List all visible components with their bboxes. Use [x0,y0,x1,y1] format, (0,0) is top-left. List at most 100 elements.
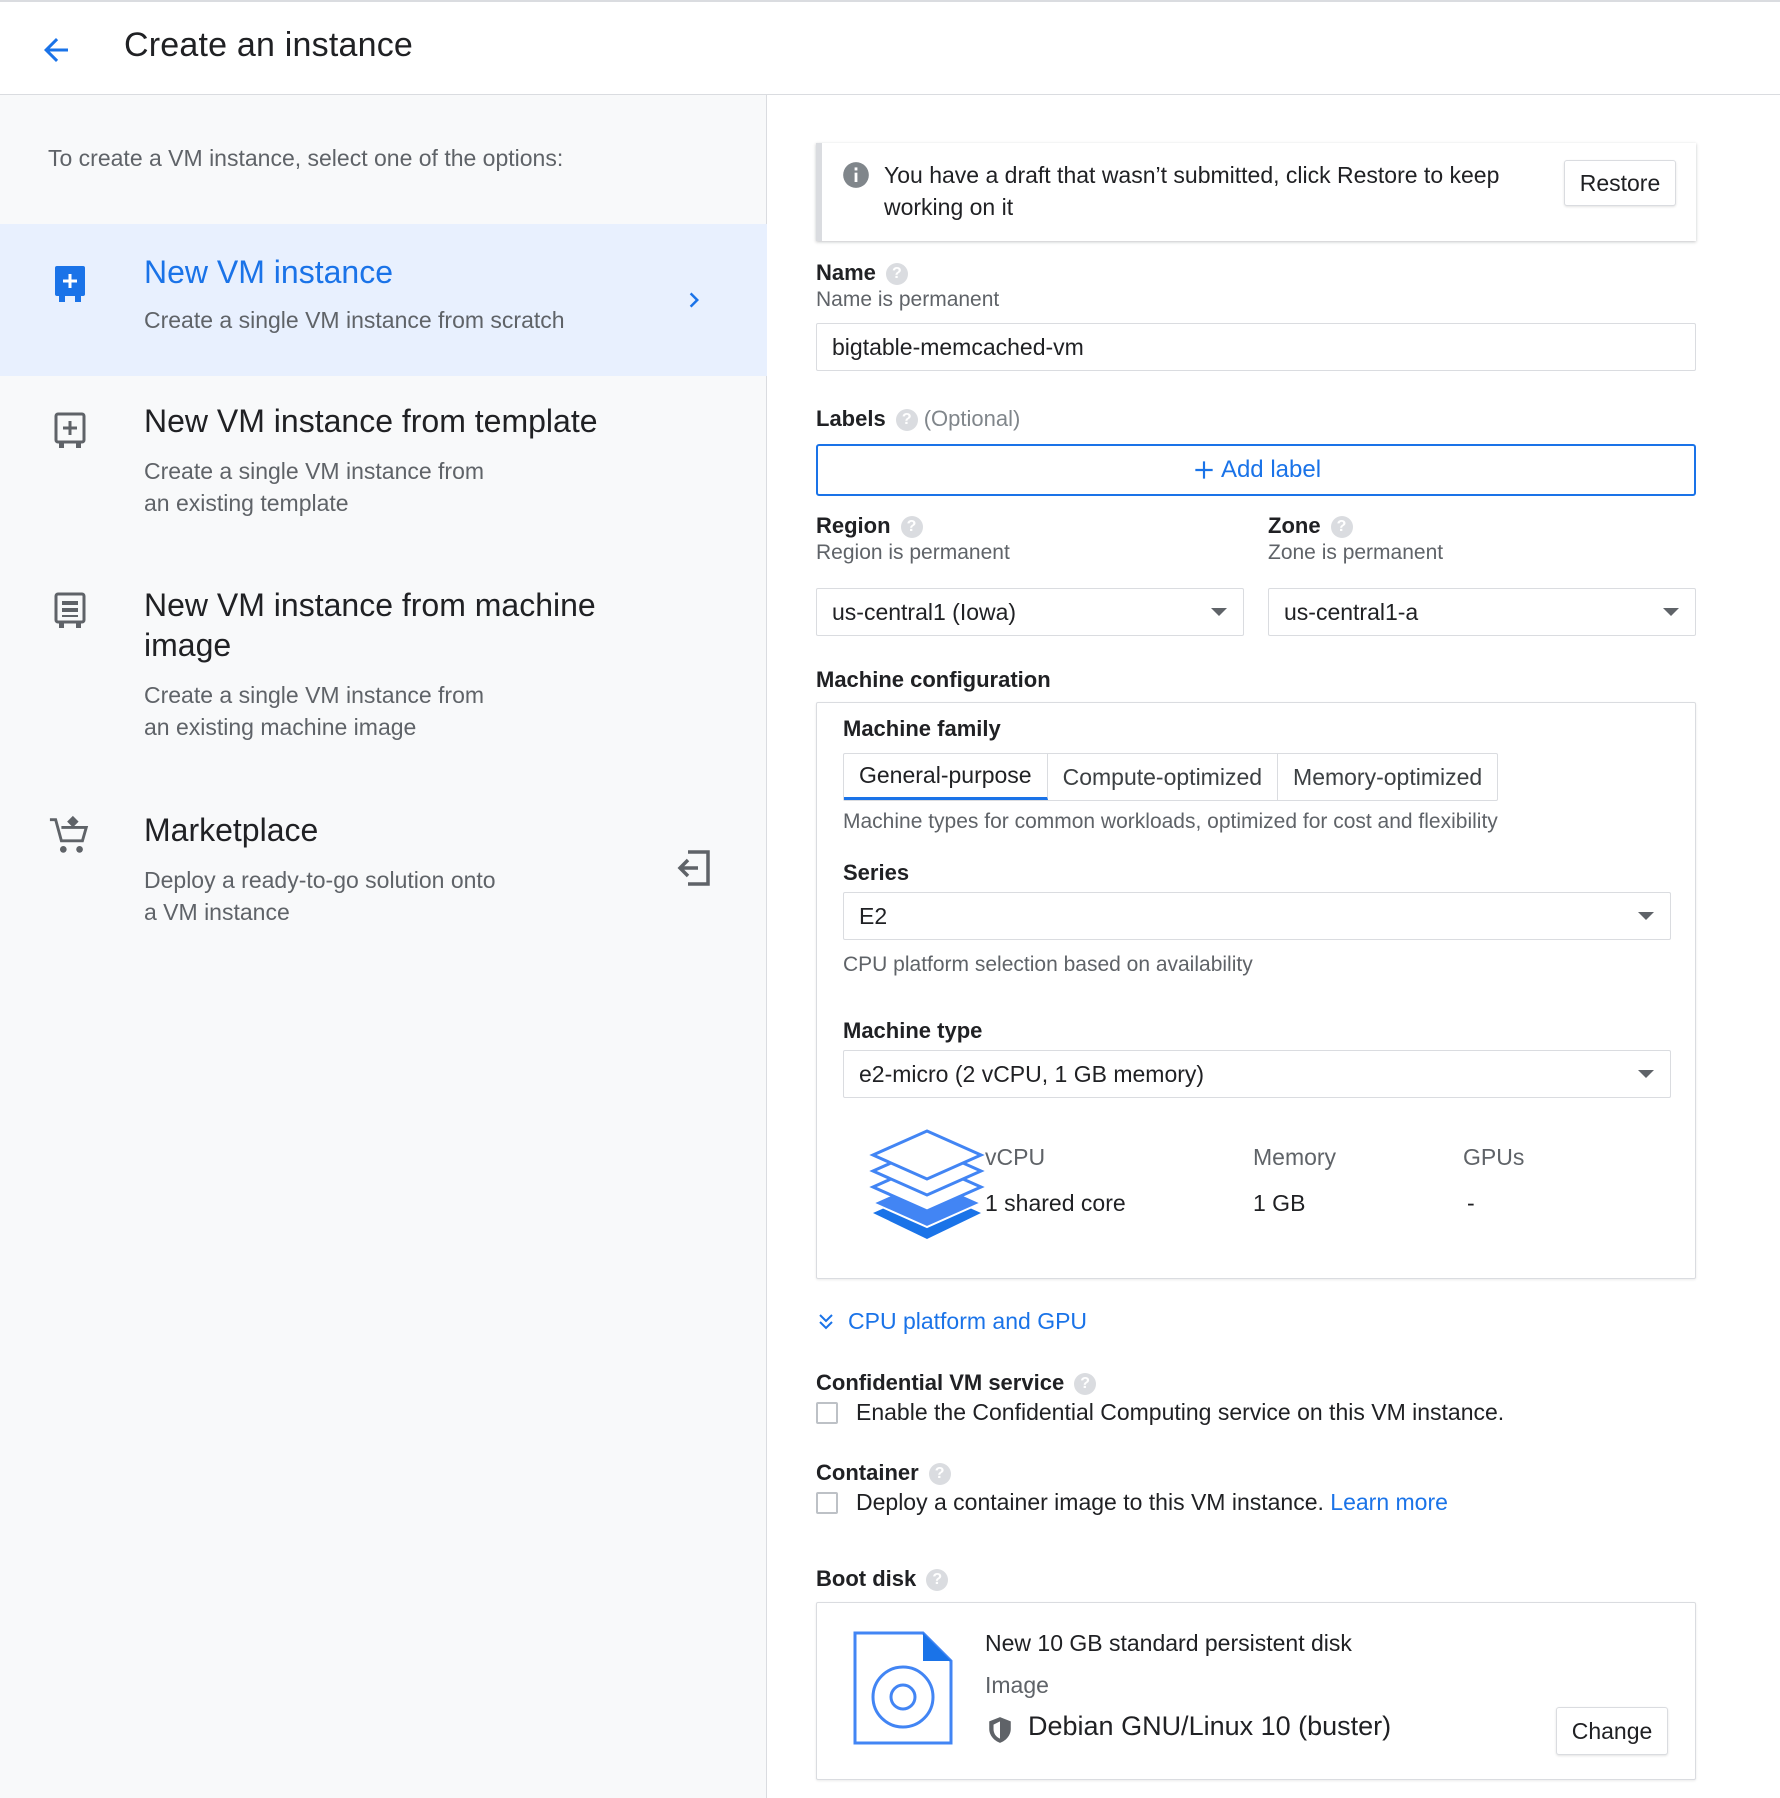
region-sublabel: Region is permanent [816,541,1010,564]
series-select-value: E2 [859,902,888,929]
plus-icon [1195,461,1213,479]
back-button[interactable] [34,28,78,72]
page-title: Create an instance [124,26,413,64]
template-icon [48,409,92,453]
help-icon[interactable]: ? [885,263,908,286]
options-panel: To create a VM instance, select one of t… [0,95,767,1798]
confidential-vm-label: Confidential VM service? [816,1370,1097,1396]
name-label-text: Name [816,260,876,285]
confidential-vm-checkbox-label: Enable the Confidential Computing servic… [856,1399,1505,1425]
boot-disk-label: Boot disk? [816,1566,949,1592]
change-button[interactable]: Change [1556,1707,1668,1755]
option-title-line2: image [144,627,232,663]
gpus-value: - [1467,1190,1475,1216]
open-external-icon [676,850,712,886]
machine-family-label: Machine family [843,716,1001,741]
expand-more-icon [819,1313,833,1329]
vcpu-value: 1 shared core [985,1190,1126,1216]
add-box-icon [48,262,92,306]
help-icon[interactable]: ? [928,1463,951,1486]
option-new-vm-from-machine-image[interactable]: New VM instance from machine image Creat… [0,575,767,775]
layers-icon [869,1129,985,1239]
machine-type-select-value: e2-micro (2 vCPU, 1 GB memory) [859,1060,1205,1087]
name-sublabel: Name is permanent [816,288,1000,311]
dropdown-arrow-icon [1638,1070,1654,1078]
shield-icon [989,1717,1011,1743]
chevron-right-icon [676,282,712,318]
boot-disk-image-label: Image [985,1672,1049,1698]
container-checkbox[interactable] [816,1492,838,1514]
options-intro: To create a VM instance, select one of t… [48,145,564,171]
option-new-vm-from-template[interactable]: New VM instance from template Create a s… [0,395,767,545]
help-icon[interactable]: ? [895,409,918,432]
tab-general-purpose[interactable]: General-purpose [844,754,1048,800]
option-desc-line1: Create a single VM instance from [144,682,485,708]
info-icon [843,162,869,188]
boot-disk-title: New 10 GB standard persistent disk [985,1630,1352,1656]
series-desc: CPU platform selection based on availabi… [843,953,1253,976]
machine-config-label: Machine configuration [816,667,1051,692]
boot-disk-box: New 10 GB standard persistent disk Image… [816,1602,1696,1780]
machine-family-desc: Machine types for common workloads, opti… [843,810,1498,833]
machine-family-tabs: General-purpose Compute-optimized Memory… [843,753,1499,801]
region-select[interactable]: us-central1 (Iowa) [816,588,1244,636]
option-desc-line1: Create a single VM instance from [144,458,485,484]
container-label: Container? [816,1460,951,1486]
container-checkbox-text: Deploy a container image to this VM inst… [856,1489,1324,1515]
cpu-platform-link: CPU platform and GPU [848,1308,1088,1334]
gpus-header: GPUs [1463,1144,1525,1170]
boot-disk-label-text: Boot disk [816,1566,917,1591]
container-label-text: Container [816,1460,919,1485]
dropdown-arrow-icon [1663,608,1679,616]
option-marketplace[interactable]: Marketplace Deploy a ready-to-go solutio… [0,800,767,950]
zone-label-text: Zone [1268,513,1321,538]
form-panel: You have a draft that wasn’t submitted, … [768,95,1780,1798]
confidential-vm-label-text: Confidential VM service [816,1370,1065,1395]
option-desc-line2: an existing template [144,490,349,516]
dropdown-arrow-icon [1211,608,1227,616]
option-desc-line2: an existing machine image [144,714,417,740]
option-desc-line2: a VM instance [144,899,290,925]
cart-icon [48,814,92,858]
series-select[interactable]: E2 [843,892,1671,940]
region-label: Region? [816,513,923,539]
confidential-vm-checkbox[interactable] [816,1402,838,1424]
zone-label: Zone? [1268,513,1353,539]
series-label: Series [843,860,910,885]
tab-compute-optimized[interactable]: Compute-optimized [1048,754,1279,800]
option-title-line1: New VM instance from machine [144,587,596,623]
zone-select[interactable]: us-central1-a [1268,588,1696,636]
name-input[interactable]: bigtable-memcached-vm [816,323,1696,371]
zone-sublabel: Zone is permanent [1268,541,1444,564]
arrow-back-icon [44,38,68,62]
help-icon[interactable]: ? [926,1569,949,1592]
option-desc: Create a single VM instance from scratch [144,307,565,333]
tab-memory-optimized[interactable]: Memory-optimized [1278,754,1497,800]
cpu-platform-expander[interactable]: CPU platform and GPU [816,1308,1087,1335]
machine-type-label: Machine type [843,1018,983,1043]
container-checkbox-label: Deploy a container image to this VM inst… [856,1489,1448,1516]
option-title: New VM instance from template [144,403,598,439]
machine-type-select[interactable]: e2-micro (2 vCPU, 1 GB memory) [843,1050,1671,1098]
disk-icon [853,1631,953,1745]
region-label-text: Region [816,513,891,538]
help-icon[interactable]: ? [1074,1373,1097,1396]
machine-image-icon [48,589,92,633]
region-select-value: us-central1 (Iowa) [832,598,1017,625]
top-bar: Create an instance [0,0,1780,95]
zone-select-value: us-central1-a [1284,598,1419,625]
memory-value: 1 GB [1253,1190,1306,1216]
boot-disk-image-value: Debian GNU/Linux 10 (buster) [1028,1711,1392,1741]
help-icon[interactable]: ? [900,516,923,539]
option-title: Marketplace [144,812,319,848]
add-label-button[interactable]: Add label [816,444,1696,496]
option-new-vm-instance[interactable]: New VM instance Create a single VM insta… [0,224,767,376]
draft-banner: You have a draft that wasn’t submitted, … [816,143,1696,241]
help-icon[interactable]: ? [1330,516,1353,539]
option-desc-line1: Deploy a ready-to-go solution onto [144,867,496,893]
optional-text: (Optional) [923,406,1021,431]
restore-button[interactable]: Restore [1564,160,1676,206]
machine-config-box: Machine family General-purpose Compute-o… [816,702,1696,1279]
learn-more-link[interactable]: Learn more [1330,1489,1448,1515]
labels-label-text: Labels [816,406,886,431]
